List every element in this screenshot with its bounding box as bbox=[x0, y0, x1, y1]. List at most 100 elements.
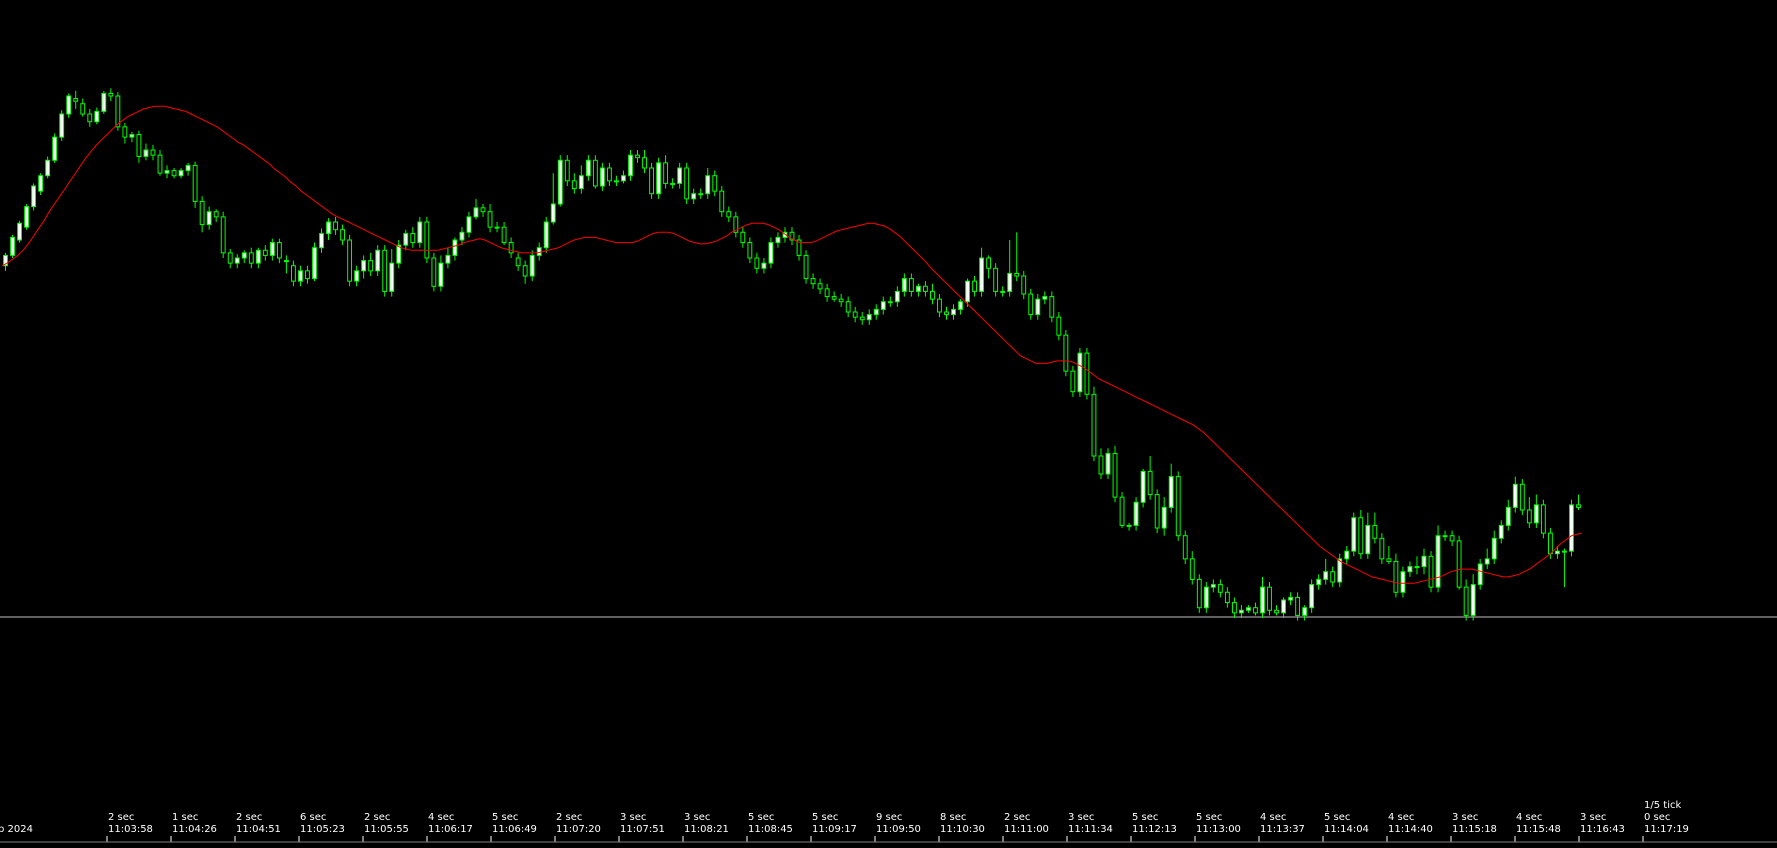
time-duration-label: 5 sec bbox=[1132, 812, 1158, 823]
candle-body-up bbox=[494, 226, 500, 229]
candle-body-up bbox=[656, 162, 662, 195]
candle-body-up bbox=[298, 270, 303, 282]
candle bbox=[557, 155, 563, 207]
candle-body-up bbox=[473, 207, 479, 218]
candle-body-up bbox=[1309, 584, 1315, 609]
candle-body-down bbox=[712, 175, 718, 192]
time-duration-label: 4 sec bbox=[1260, 812, 1286, 823]
candle-body-up bbox=[17, 222, 22, 241]
candle-body-up bbox=[178, 170, 184, 177]
candle bbox=[803, 250, 809, 284]
candle bbox=[543, 216, 549, 253]
candle-body-up bbox=[1316, 578, 1322, 586]
candle bbox=[621, 170, 626, 184]
candle bbox=[1498, 520, 1504, 544]
candle-body-down bbox=[1021, 275, 1027, 295]
candle bbox=[1231, 597, 1237, 618]
candle-body-down bbox=[1253, 607, 1258, 614]
candle bbox=[94, 107, 100, 125]
candle-body-up bbox=[873, 308, 879, 316]
candle bbox=[1323, 558, 1329, 585]
candle bbox=[1119, 492, 1125, 528]
candle-body-up bbox=[312, 247, 317, 280]
candle-body-down bbox=[1119, 496, 1125, 526]
candle bbox=[1344, 546, 1350, 564]
candle-body-up bbox=[10, 236, 15, 256]
candle-body-up bbox=[1477, 563, 1483, 586]
candle-body-down bbox=[1098, 455, 1104, 475]
candle-body-up bbox=[375, 249, 381, 272]
candle bbox=[410, 227, 416, 248]
candle bbox=[164, 165, 170, 179]
candle-body-down bbox=[1463, 586, 1469, 616]
time-duration-label: 5 sec bbox=[812, 812, 838, 823]
candle bbox=[438, 255, 444, 292]
candle-body-down bbox=[1175, 476, 1181, 537]
candle bbox=[354, 265, 360, 287]
candle-body-up bbox=[1407, 566, 1413, 573]
candle bbox=[248, 247, 254, 269]
time-duration-label: 5 sec bbox=[748, 812, 774, 823]
time-label: 11:07:51 bbox=[620, 824, 665, 835]
candle bbox=[1126, 522, 1132, 531]
candle bbox=[276, 238, 282, 264]
candle-body-up bbox=[38, 175, 44, 192]
candle-body-down bbox=[1295, 596, 1301, 616]
time-duration-label: 6 sec bbox=[300, 812, 326, 823]
candle-body-up bbox=[361, 260, 367, 272]
candle-body-up bbox=[452, 239, 458, 256]
candle-body-down bbox=[754, 257, 760, 269]
candle bbox=[880, 296, 886, 315]
candle-body-down bbox=[810, 278, 816, 285]
candle bbox=[178, 168, 184, 179]
candle bbox=[1365, 512, 1371, 559]
candle bbox=[1274, 605, 1279, 616]
candle-body-up bbox=[951, 308, 956, 316]
candle bbox=[80, 98, 86, 117]
candle-body-down bbox=[1393, 560, 1399, 593]
candle-body-down bbox=[136, 134, 142, 157]
candle bbox=[122, 123, 128, 144]
price-chart[interactable]: p 20242 sec11:03:581 sec11:04:262 sec11:… bbox=[0, 0, 1777, 844]
candle-body-up bbox=[979, 257, 985, 292]
time-label: 11:05:55 bbox=[364, 824, 409, 835]
candle-body-up bbox=[768, 242, 774, 264]
candle bbox=[635, 150, 640, 163]
candle bbox=[845, 296, 851, 318]
candle bbox=[979, 247, 985, 297]
candle bbox=[508, 237, 514, 258]
time-duration-label: 3 sec bbox=[620, 812, 646, 823]
candles-layer bbox=[3, 88, 1581, 621]
candle-body-down bbox=[227, 252, 233, 264]
candle bbox=[1000, 286, 1006, 297]
candle bbox=[1435, 525, 1441, 593]
candle-body-down bbox=[122, 126, 128, 138]
candle-body-down bbox=[1267, 586, 1272, 611]
candle-body-down bbox=[1274, 609, 1279, 614]
time-label: 11:04:26 bbox=[172, 824, 217, 835]
candle bbox=[255, 247, 261, 269]
candle-body-down bbox=[845, 301, 851, 313]
time-duration-label: 2 sec bbox=[1004, 812, 1030, 823]
candle bbox=[887, 296, 893, 307]
candle-body-down bbox=[480, 207, 486, 213]
candle bbox=[599, 162, 605, 192]
candle-body-down bbox=[220, 216, 226, 254]
candle bbox=[1035, 294, 1041, 320]
candle-body-up bbox=[319, 233, 324, 249]
candle-body-up bbox=[1260, 586, 1265, 614]
candle bbox=[1014, 232, 1020, 282]
candle bbox=[1077, 348, 1083, 397]
time-label: 11:08:45 bbox=[748, 824, 793, 835]
chart-area[interactable]: p 2024 2 sec 11:03:58 1 sec 11:04:26 2 sec 11:… bbox=[0, 0, 1777, 844]
candle-body-up bbox=[1344, 550, 1350, 560]
candle-body-down bbox=[108, 92, 114, 97]
candle-body-up bbox=[255, 249, 261, 264]
time-label: 11:15:18 bbox=[1452, 824, 1497, 835]
time-duration-label: 5 sec bbox=[1324, 812, 1350, 823]
candle bbox=[958, 299, 963, 315]
candle-body-down bbox=[606, 167, 612, 182]
candle-body-up bbox=[1421, 555, 1427, 568]
candle-body-up bbox=[52, 136, 58, 161]
candle bbox=[234, 254, 240, 269]
